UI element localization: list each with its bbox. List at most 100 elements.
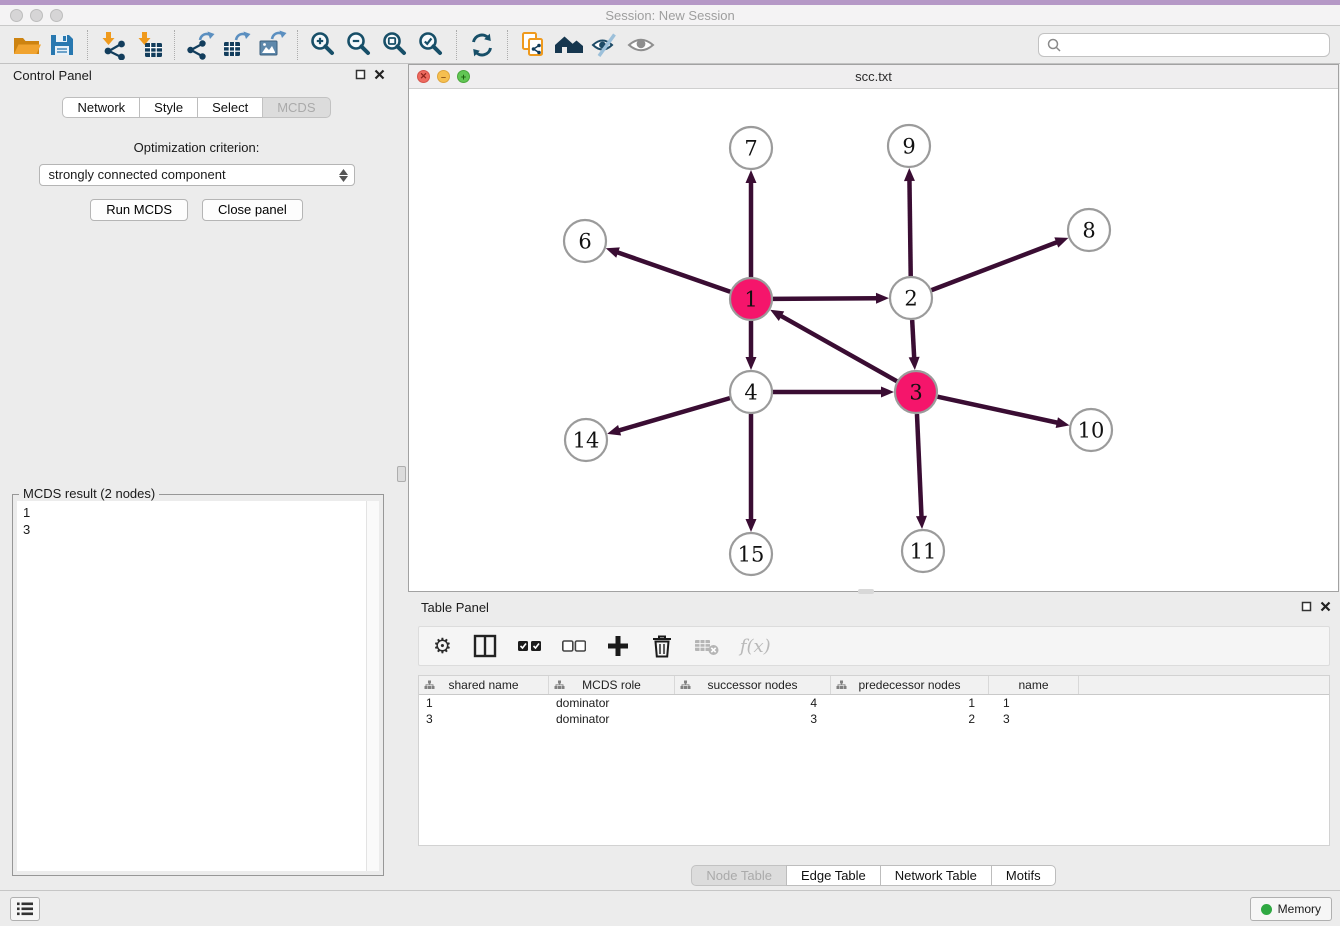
window-title: Session: New Session: [0, 5, 1340, 26]
graph-edge-2-8[interactable]: [932, 242, 1059, 290]
import-table-button[interactable]: [131, 29, 167, 61]
save-floppy-icon: [47, 30, 77, 60]
create-column-button[interactable]: [606, 634, 630, 658]
column-header-MCDS-role[interactable]: MCDS role: [549, 676, 675, 694]
graph-node-label-7: 7: [744, 136, 757, 160]
zoom-selected-icon: [416, 30, 446, 60]
close-table-panel-icon[interactable]: [1320, 601, 1331, 612]
graph-edge-1-6[interactable]: [616, 252, 730, 292]
table-cell[interactable]: 4: [675, 695, 831, 711]
open-session-button[interactable]: [8, 29, 44, 61]
criterion-select[interactable]: strongly connected component: [39, 164, 355, 186]
graph-edge-1-2[interactable]: [773, 298, 878, 299]
mcds-result-area[interactable]: 1 3: [17, 501, 379, 871]
mcds-result-box: MCDS result (2 nodes) 1 3: [12, 494, 384, 876]
table-cell[interactable]: 1: [831, 695, 989, 711]
table-row[interactable]: 3dominator323: [419, 711, 1329, 727]
graph-node-label-15: 15: [738, 542, 765, 566]
zoom-selected-button[interactable]: [413, 29, 449, 61]
table-cell[interactable]: 2: [831, 711, 989, 727]
network-window-title: scc.txt: [409, 65, 1338, 89]
graph-edge-arrowhead: [881, 387, 894, 398]
list-icon: [15, 900, 35, 918]
tab-network[interactable]: Network: [62, 97, 140, 118]
search-icon: [1045, 36, 1063, 54]
home-button[interactable]: [551, 29, 587, 61]
select-all-columns-button[interactable]: [518, 640, 542, 652]
graph-edge-arrowhead: [607, 425, 621, 436]
graph-edge-3-1[interactable]: [780, 315, 897, 381]
memory-button[interactable]: Memory: [1250, 897, 1332, 921]
main-titlebar: Session: New Session: [0, 5, 1340, 26]
new-network-file-button[interactable]: [515, 29, 551, 61]
control-panel: Control Panel NetworkStyleSelectMCDS Opt…: [0, 64, 393, 890]
unchecked-boxes-icon: [562, 640, 586, 652]
tab-select[interactable]: Select: [197, 97, 263, 118]
tab-motifs[interactable]: Motifs: [991, 865, 1056, 886]
hide-selection-button[interactable]: [587, 29, 623, 61]
network-graph[interactable]: 7968124314101511: [409, 90, 1338, 592]
delete-column-button[interactable]: [650, 633, 674, 659]
search-field[interactable]: [1038, 33, 1330, 57]
refresh-button[interactable]: [464, 29, 500, 61]
tab-edge-table[interactable]: Edge Table: [786, 865, 881, 886]
column-header-shared-name[interactable]: shared name: [419, 676, 549, 694]
delete-table-button-disabled[interactable]: [694, 635, 720, 657]
graph-edge-arrowhead: [876, 293, 889, 304]
show-all-button[interactable]: [623, 29, 659, 61]
tab-mcds[interactable]: MCDS: [262, 97, 330, 118]
table-settings-button[interactable]: ⚙: [433, 636, 452, 657]
import-network-button[interactable]: [95, 29, 131, 61]
zoom-fit-icon: [380, 30, 410, 60]
table-row[interactable]: 1dominator411: [419, 695, 1329, 711]
delete-table-icon: [694, 635, 720, 657]
table-cell[interactable]: 3: [675, 711, 831, 727]
run-mcds-button[interactable]: Run MCDS: [90, 199, 188, 221]
graph-edge-2-9[interactable]: [909, 179, 910, 276]
function-builder-button-disabled[interactable]: f(x): [740, 636, 771, 657]
save-session-button[interactable]: [44, 29, 80, 61]
export-image-button[interactable]: [254, 29, 290, 61]
unselect-all-columns-button[interactable]: [562, 640, 586, 652]
table-cell[interactable]: 3: [989, 711, 1079, 727]
zoom-fit-button[interactable]: [377, 29, 413, 61]
export-network-button[interactable]: [182, 29, 218, 61]
network-window-titlebar[interactable]: ✕ – + scc.txt: [409, 65, 1338, 89]
table-cell[interactable]: dominator: [549, 711, 675, 727]
close-panel-icon[interactable]: [374, 69, 385, 80]
zoom-out-icon: [344, 30, 374, 60]
close-panel-button[interactable]: Close panel: [202, 199, 303, 221]
tab-style[interactable]: Style: [139, 97, 198, 118]
column-header-name[interactable]: name: [989, 676, 1079, 694]
column-header-predecessor-nodes[interactable]: predecessor nodes: [831, 676, 989, 694]
ui-settings-button[interactable]: [10, 897, 40, 921]
graph-edge-arrowhead: [1054, 237, 1068, 247]
tab-network-table[interactable]: Network Table: [880, 865, 992, 886]
table-cell[interactable]: dominator: [549, 695, 675, 711]
float-panel-icon[interactable]: [355, 69, 366, 80]
graph-edge-arrowhead: [746, 170, 757, 183]
export-table-button[interactable]: [218, 29, 254, 61]
zoom-out-button[interactable]: [341, 29, 377, 61]
table-cell[interactable]: 1: [989, 695, 1079, 711]
column-header-successor-nodes[interactable]: successor nodes: [675, 676, 831, 694]
split-divider-handle[interactable]: [397, 466, 406, 482]
horizontal-divider-handle[interactable]: [858, 589, 874, 594]
tab-node-table[interactable]: Node Table: [691, 865, 787, 886]
graph-edge-arrowhead: [1056, 417, 1070, 428]
search-input[interactable]: [1063, 38, 1329, 53]
memory-status-icon: [1261, 904, 1272, 915]
graph-node-label-11: 11: [910, 539, 937, 563]
zoom-in-button[interactable]: [305, 29, 341, 61]
graph-edge-2-3[interactable]: [912, 320, 914, 359]
table-cell[interactable]: 3: [419, 711, 549, 727]
network-canvas[interactable]: 7968124314101511: [409, 90, 1338, 591]
graph-node-label-14: 14: [573, 428, 600, 452]
result-scrollbar[interactable]: [366, 501, 379, 871]
show-columns-button[interactable]: [472, 633, 498, 659]
table-cell[interactable]: 1: [419, 695, 549, 711]
graph-edge-3-10[interactable]: [937, 397, 1058, 423]
graph-edge-4-14[interactable]: [618, 398, 730, 431]
float-table-panel-icon[interactable]: [1301, 601, 1312, 612]
graph-edge-3-11[interactable]: [917, 414, 922, 518]
